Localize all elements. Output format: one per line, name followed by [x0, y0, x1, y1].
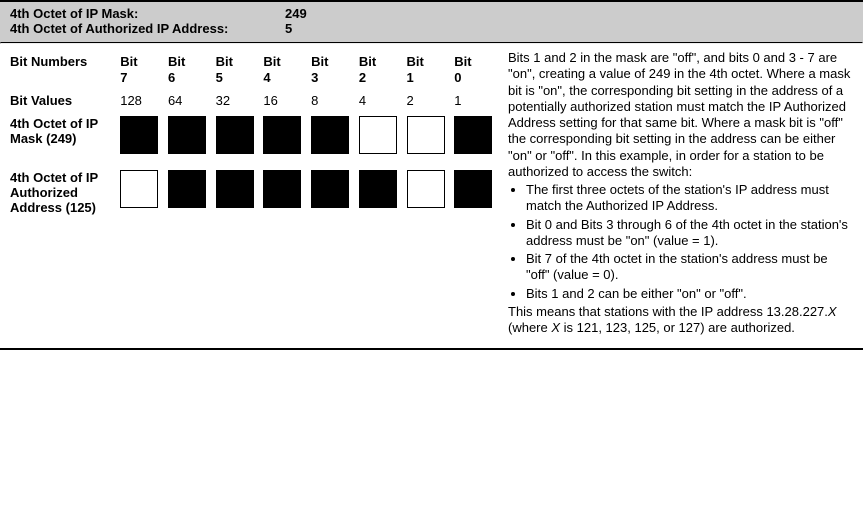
explain-bullet-3: Bits 1 and 2 can be either "on" or "off"…: [526, 286, 853, 302]
bit-table: Bit Numbers Bit7 Bit6 Bit5 Bit4 Bit3 Bit…: [10, 50, 500, 219]
header-addr-label: 4th Octet of Authorized IP Address:: [10, 21, 285, 36]
row-mask: 4th Octet of IP Mask (249): [10, 112, 500, 158]
bit-num-3: Bit3: [309, 50, 357, 89]
addr-bit-3: [311, 170, 349, 208]
explain-para2-c: is 121, 123, 125, or 127) are authorized…: [560, 320, 795, 335]
bit-val-4: 16: [261, 89, 309, 112]
bit-num-4: Bit4: [261, 50, 309, 89]
mask-bit-1: [407, 116, 445, 154]
row-addr-label: 4th Octet of IP Authorized Address (125): [10, 166, 118, 219]
explain-para1: Bits 1 and 2 in the mask are "off", and …: [508, 50, 853, 180]
bit-table-area: Bit Numbers Bit7 Bit6 Bit5 Bit4 Bit3 Bit…: [10, 50, 500, 338]
bit-val-0: 1: [452, 89, 500, 112]
mask-bit-0: [454, 116, 492, 154]
explain-para2-x: X: [828, 304, 837, 319]
explain-bullet-2: Bit 7 of the 4th octet in the station's …: [526, 251, 853, 284]
mask-bit-5: [216, 116, 254, 154]
mask-bit-6: [168, 116, 206, 154]
bit-num-7: Bit7: [118, 50, 166, 89]
header-addr-value: 5: [285, 21, 292, 36]
explain-para2-b: (where: [508, 320, 551, 335]
explain-bullet-0: The first three octets of the station's …: [526, 182, 853, 215]
row-bitnumbers-label: Bit Numbers: [10, 50, 118, 89]
bit-val-3: 8: [309, 89, 357, 112]
row-bitvalues: Bit Values 128 64 32 16 8 4 2 1: [10, 89, 500, 112]
explain-para2-x2: X: [551, 320, 560, 335]
addr-bit-0: [454, 170, 492, 208]
content-area: Bit Numbers Bit7 Bit6 Bit5 Bit4 Bit3 Bit…: [0, 44, 863, 348]
mask-bit-7: [120, 116, 158, 154]
row-bitvalues-label: Bit Values: [10, 89, 118, 112]
addr-bit-6: [168, 170, 206, 208]
bit-val-5: 32: [214, 89, 262, 112]
addr-bit-4: [263, 170, 301, 208]
explanation-text: Bits 1 and 2 in the mask are "off", and …: [500, 50, 853, 338]
bit-num-0: Bit0: [452, 50, 500, 89]
mask-bit-2: [359, 116, 397, 154]
explain-para2-a: This means that stations with the IP add…: [508, 304, 828, 319]
addr-bit-2: [359, 170, 397, 208]
addr-bit-7: [120, 170, 158, 208]
explain-bullet-1: Bit 0 and Bits 3 through 6 of the 4th oc…: [526, 217, 853, 250]
bit-num-6: Bit6: [166, 50, 214, 89]
header-mask-value: 249: [285, 6, 307, 21]
bit-val-7: 128: [118, 89, 166, 112]
row-addr: 4th Octet of IP Authorized Address (125): [10, 166, 500, 219]
explain-bullets: The first three octets of the station's …: [526, 182, 853, 302]
header-mask-label: 4th Octet of IP Mask:: [10, 6, 285, 21]
bit-val-2: 4: [357, 89, 405, 112]
bit-num-5: Bit5: [214, 50, 262, 89]
mask-bit-4: [263, 116, 301, 154]
bit-num-2: Bit2: [357, 50, 405, 89]
row-bitnumbers: Bit Numbers Bit7 Bit6 Bit5 Bit4 Bit3 Bit…: [10, 50, 500, 89]
explain-para2: This means that stations with the IP add…: [508, 304, 853, 337]
addr-bit-5: [216, 170, 254, 208]
figure-container: 4th Octet of IP Mask: 249 4th Octet of A…: [0, 0, 863, 350]
bit-val-6: 64: [166, 89, 214, 112]
bit-val-1: 2: [405, 89, 453, 112]
addr-bit-1: [407, 170, 445, 208]
row-mask-label: 4th Octet of IP Mask (249): [10, 112, 118, 158]
bit-num-1: Bit1: [405, 50, 453, 89]
mask-bit-3: [311, 116, 349, 154]
header-box: 4th Octet of IP Mask: 249 4th Octet of A…: [0, 2, 863, 42]
